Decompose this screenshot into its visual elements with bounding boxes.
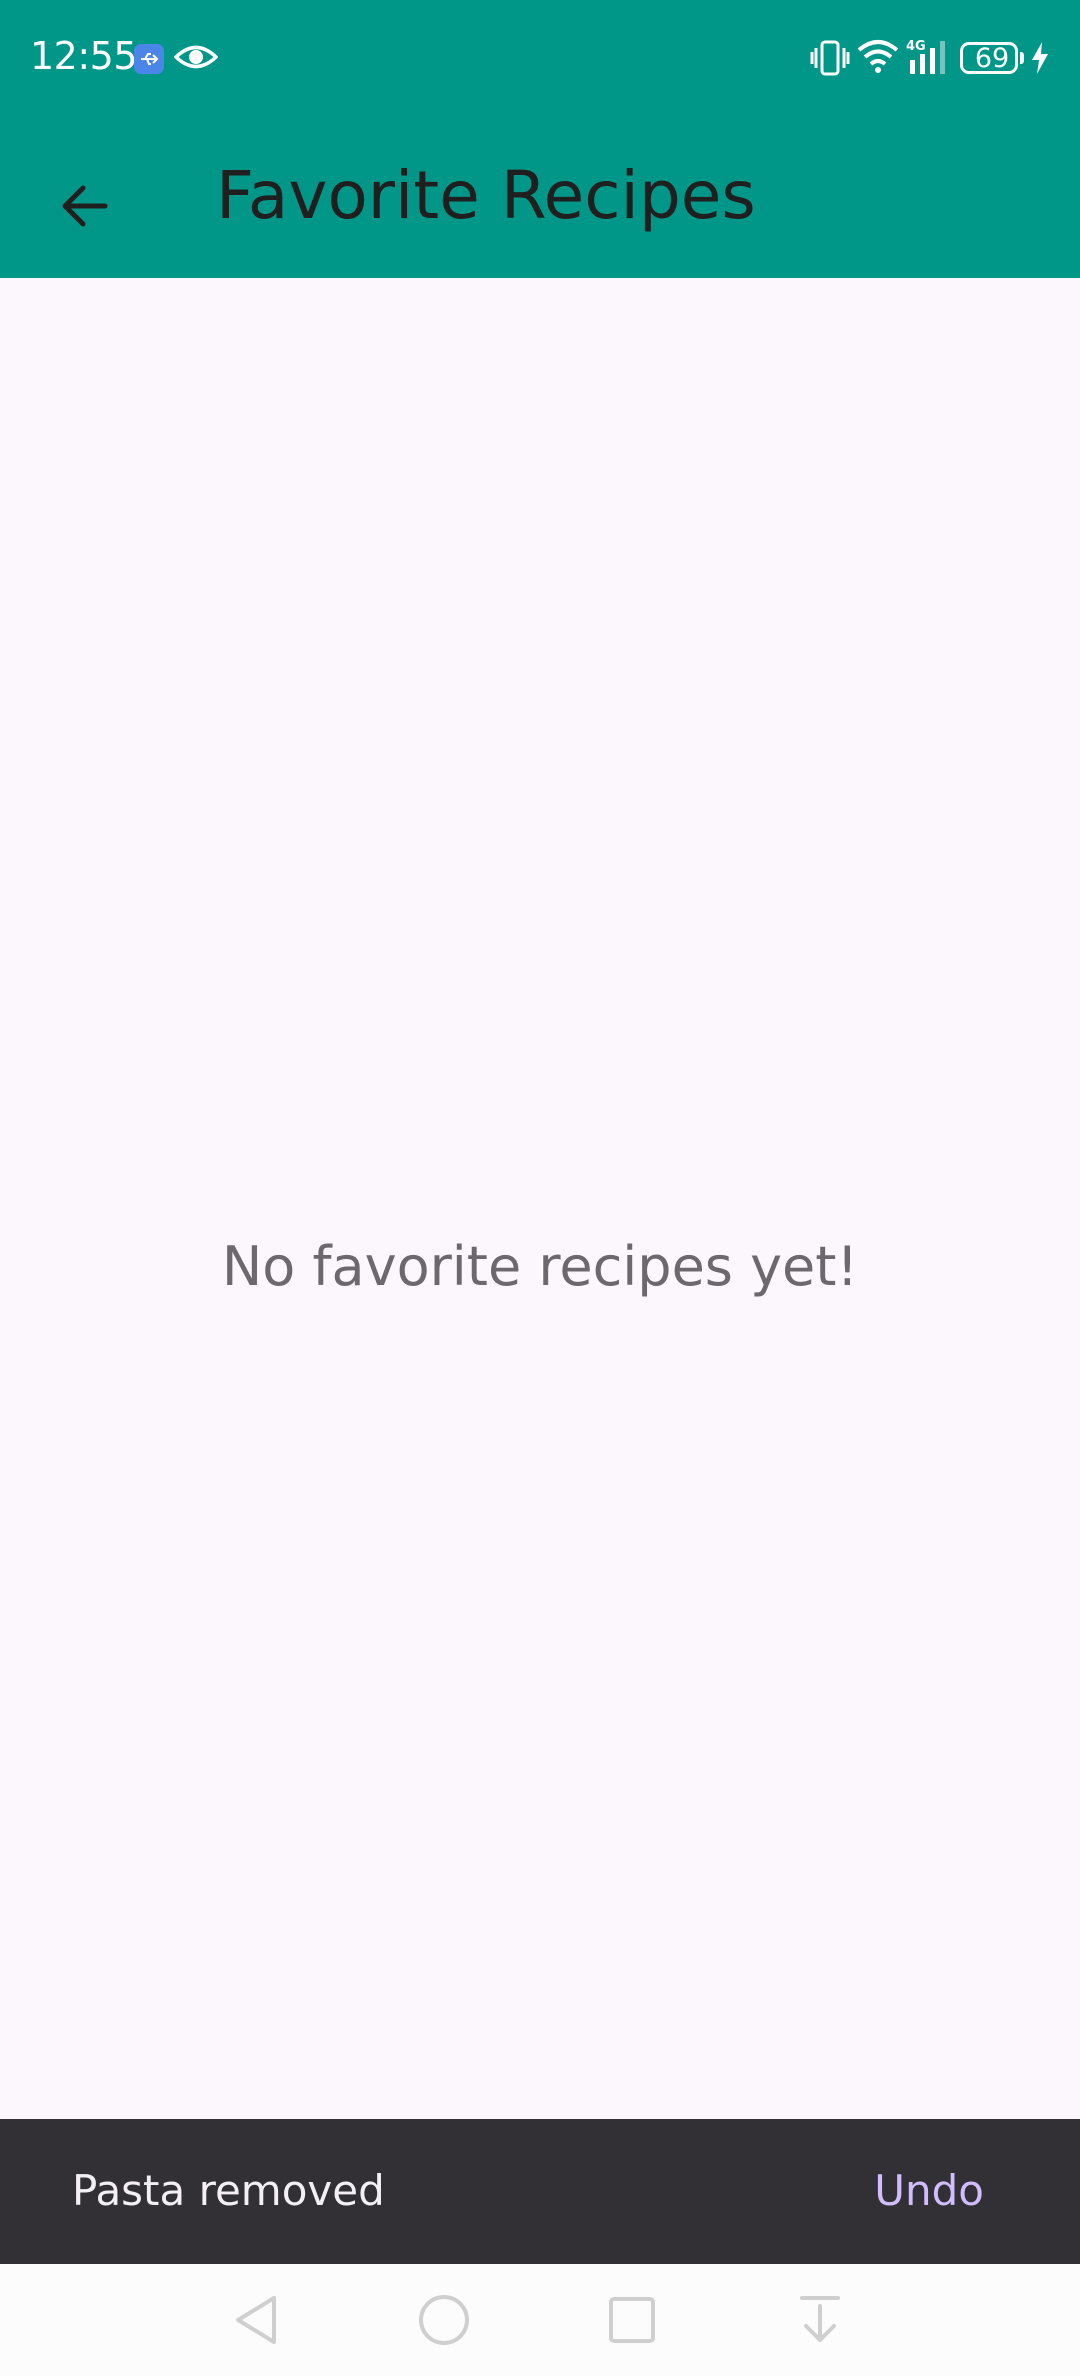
nav-notification-button[interactable]	[788, 2288, 852, 2352]
status-time: 12:55	[30, 34, 138, 78]
eye-icon	[173, 42, 219, 76]
charging-icon	[1030, 42, 1050, 78]
snackbar-message: Pasta removed	[72, 2166, 385, 2215]
battery-level: 69	[974, 43, 1010, 74]
nav-recents-button[interactable]	[600, 2288, 664, 2352]
empty-state-message: No favorite recipes yet!	[221, 1235, 859, 1298]
app-bar: Favorite Recipes	[0, 118, 1080, 278]
usb-icon	[134, 44, 164, 74]
page-title: Favorite Recipes	[216, 157, 756, 234]
battery-icon: 69	[960, 42, 1018, 74]
battery-cap	[1020, 52, 1024, 64]
back-button[interactable]	[36, 158, 132, 254]
undo-button[interactable]: Undo	[874, 2165, 984, 2217]
nav-back-button[interactable]	[224, 2288, 288, 2352]
snackbar: Pasta removed Undo	[0, 2119, 1080, 2264]
status-bar: 12:55 4G 69	[0, 0, 1080, 118]
wifi-icon	[856, 38, 900, 78]
vibrate-icon	[810, 40, 850, 80]
nav-home-button[interactable]	[412, 2288, 476, 2352]
svg-text:4G: 4G	[906, 39, 926, 54]
pull-down-icon	[800, 2296, 840, 2342]
arrow-left-icon	[62, 185, 108, 227]
signal-4g-icon: 4G	[906, 38, 954, 80]
circle-home-icon	[419, 2295, 469, 2345]
system-nav-bar	[0, 2264, 1080, 2376]
square-recents-icon	[609, 2297, 655, 2343]
triangle-back-icon	[236, 2296, 276, 2344]
